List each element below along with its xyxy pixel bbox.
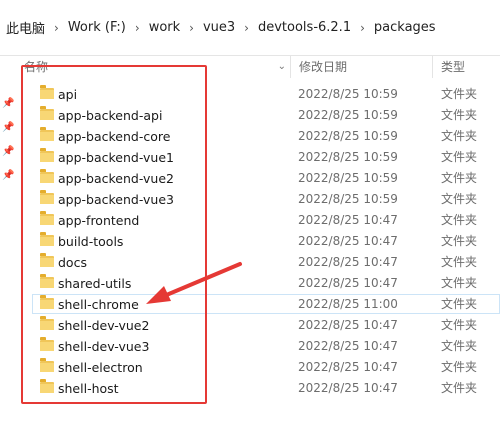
file-name: app-backend-core bbox=[58, 129, 171, 144]
file-type: 文件夹 bbox=[441, 276, 478, 290]
chevron-right-icon[interactable]: › bbox=[54, 21, 59, 35]
file-row[interactable]: shared-utils 2022/8/25 10:47 文件夹 bbox=[0, 273, 500, 294]
folder-icon bbox=[40, 379, 54, 393]
file-name: shell-dev-vue3 bbox=[58, 339, 150, 354]
file-type: 文件夹 bbox=[441, 381, 478, 395]
file-type: 文件夹 bbox=[441, 108, 478, 122]
file-modified-date: 2022/8/25 10:47 bbox=[298, 234, 398, 248]
file-name: app-backend-vue3 bbox=[58, 192, 174, 207]
column-header-type[interactable]: 类型 bbox=[432, 56, 500, 78]
file-name: api bbox=[58, 87, 78, 102]
chevron-right-icon[interactable]: › bbox=[135, 21, 140, 35]
file-type: 文件夹 bbox=[441, 129, 478, 143]
file-name: app-backend-api bbox=[58, 108, 163, 123]
breadcrumb-item[interactable]: packages bbox=[374, 20, 436, 35]
breadcrumb-item[interactable]: work bbox=[149, 20, 180, 35]
file-type: 文件夹 bbox=[441, 360, 478, 374]
breadcrumb: 此电脑 › Work (F:) › work › vue3 › devtools-6.2.1 › p… bbox=[0, 0, 500, 56]
file-modified-date: 2022/8/25 10:47 bbox=[298, 276, 398, 290]
column-header-name[interactable]: 名称 ⌄ bbox=[24, 56, 290, 78]
file-modified-date: 2022/8/25 10:47 bbox=[298, 213, 398, 227]
file-name: shell-host bbox=[58, 381, 119, 396]
file-row[interactable]: app-backend-vue1 2022/8/25 10:59 文件夹 bbox=[0, 147, 500, 168]
folder-icon bbox=[40, 169, 54, 183]
chevron-down-icon[interactable]: ⌄ bbox=[278, 56, 286, 78]
file-row[interactable]: shell-host 2022/8/25 10:47 文件夹 bbox=[0, 378, 500, 399]
file-type: 文件夹 bbox=[441, 318, 478, 332]
breadcrumb-item[interactable]: devtools-6.2.1 bbox=[258, 20, 351, 35]
file-row[interactable]: shell-electron 2022/8/25 10:47 文件夹 bbox=[0, 357, 500, 378]
chevron-right-icon[interactable]: › bbox=[244, 21, 249, 35]
folder-icon bbox=[40, 358, 54, 372]
folder-icon bbox=[40, 211, 54, 225]
file-row[interactable]: app-frontend 2022/8/25 10:47 文件夹 bbox=[0, 210, 500, 231]
file-row[interactable]: build-tools 2022/8/25 10:47 文件夹 bbox=[0, 231, 500, 252]
breadcrumb-item[interactable]: 此电脑 bbox=[6, 18, 45, 37]
folder-icon bbox=[40, 295, 54, 309]
file-modified-date: 2022/8/25 10:47 bbox=[298, 255, 398, 269]
folder-icon bbox=[40, 316, 54, 330]
breadcrumb-item[interactable]: Work (F:) bbox=[68, 20, 126, 35]
folder-icon bbox=[40, 337, 54, 351]
folder-icon bbox=[40, 232, 54, 246]
file-name: app-backend-vue1 bbox=[58, 150, 174, 165]
file-name: shell-electron bbox=[58, 360, 143, 375]
folder-icon bbox=[40, 274, 54, 288]
file-type: 文件夹 bbox=[441, 192, 478, 206]
file-row[interactable]: app-backend-vue2 2022/8/25 10:59 文件夹 bbox=[0, 168, 500, 189]
folder-icon bbox=[40, 127, 54, 141]
file-row[interactable]: shell-dev-vue2 2022/8/25 10:47 文件夹 bbox=[0, 315, 500, 336]
file-modified-date: 2022/8/25 11:00 bbox=[298, 297, 398, 311]
column-header-name-label: 名称 bbox=[24, 60, 49, 74]
file-modified-date: 2022/8/25 10:59 bbox=[298, 150, 398, 164]
folder-icon bbox=[40, 106, 54, 120]
folder-icon bbox=[40, 85, 54, 99]
file-modified-date: 2022/8/25 10:59 bbox=[298, 129, 398, 143]
file-row[interactable]: api 2022/8/25 10:59 文件夹 bbox=[0, 84, 500, 105]
file-type: 文件夹 bbox=[441, 171, 478, 185]
folder-icon bbox=[40, 148, 54, 162]
file-modified-date: 2022/8/25 10:47 bbox=[298, 360, 398, 374]
file-type: 文件夹 bbox=[441, 297, 478, 311]
file-row[interactable]: docs 2022/8/25 10:47 文件夹 bbox=[0, 252, 500, 273]
file-name: docs bbox=[58, 255, 87, 270]
file-name: shell-dev-vue2 bbox=[58, 318, 150, 333]
chevron-right-icon[interactable]: › bbox=[189, 21, 194, 35]
file-modified-date: 2022/8/25 10:59 bbox=[298, 87, 398, 101]
column-header-date[interactable]: 修改日期 bbox=[290, 56, 432, 78]
file-type: 文件夹 bbox=[441, 255, 478, 269]
file-name: app-frontend bbox=[58, 213, 140, 228]
file-row[interactable]: shell-chrome 2022/8/25 11:00 文件夹 bbox=[0, 294, 500, 315]
file-row[interactable]: app-backend-vue3 2022/8/25 10:59 文件夹 bbox=[0, 189, 500, 210]
folder-icon bbox=[40, 190, 54, 204]
file-name: shared-utils bbox=[58, 276, 132, 291]
file-modified-date: 2022/8/25 10:47 bbox=[298, 381, 398, 395]
file-modified-date: 2022/8/25 10:47 bbox=[298, 318, 398, 332]
file-row[interactable]: app-backend-core 2022/8/25 10:59 文件夹 bbox=[0, 126, 500, 147]
column-header-date-label: 修改日期 bbox=[299, 60, 348, 74]
file-name: shell-chrome bbox=[58, 297, 139, 312]
file-row[interactable]: app-backend-api 2022/8/25 10:59 文件夹 bbox=[0, 105, 500, 126]
file-row[interactable]: shell-dev-vue3 2022/8/25 10:47 文件夹 bbox=[0, 336, 500, 357]
file-name: build-tools bbox=[58, 234, 124, 249]
file-type: 文件夹 bbox=[441, 150, 478, 164]
file-modified-date: 2022/8/25 10:59 bbox=[298, 108, 398, 122]
folder-icon bbox=[40, 253, 54, 267]
column-header-type-label: 类型 bbox=[441, 60, 466, 74]
file-type: 文件夹 bbox=[441, 87, 478, 101]
file-modified-date: 2022/8/25 10:47 bbox=[298, 339, 398, 353]
file-modified-date: 2022/8/25 10:59 bbox=[298, 192, 398, 206]
file-type: 文件夹 bbox=[441, 213, 478, 227]
file-type: 文件夹 bbox=[441, 234, 478, 248]
file-name: app-backend-vue2 bbox=[58, 171, 174, 186]
file-type: 文件夹 bbox=[441, 339, 478, 353]
chevron-right-icon[interactable]: › bbox=[360, 21, 365, 35]
file-modified-date: 2022/8/25 10:59 bbox=[298, 171, 398, 185]
breadcrumb-item[interactable]: vue3 bbox=[203, 20, 235, 35]
